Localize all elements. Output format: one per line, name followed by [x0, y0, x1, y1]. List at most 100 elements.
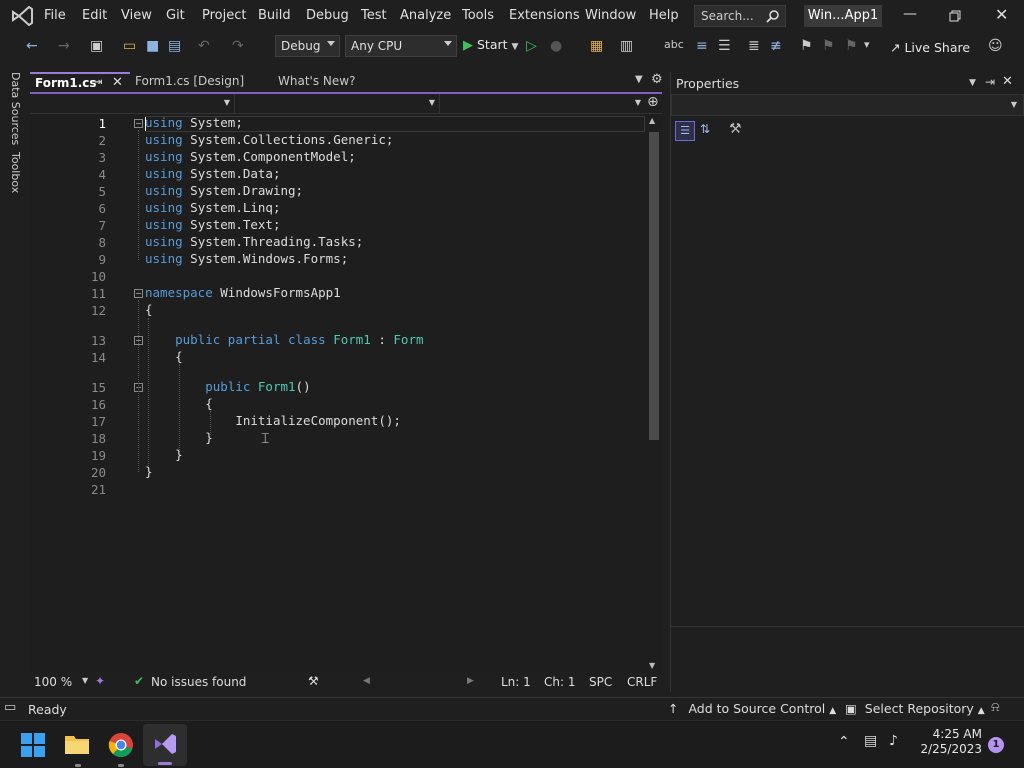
code-line[interactable]: public partial class Form1 : Form [145, 332, 423, 347]
member-dropdown[interactable]: ▼ [440, 94, 645, 113]
start-without-debugging-icon[interactable]: ▷ [526, 38, 537, 54]
clock[interactable]: 4:25 AM 2/25/2023 [916, 727, 982, 757]
uncomment-icon[interactable]: ≢ [770, 38, 782, 54]
menu-window[interactable]: Window [585, 8, 636, 23]
code-line[interactable]: using System.ComponentModel; [145, 149, 356, 164]
menu-project[interactable]: Project [202, 8, 246, 23]
line-ending-indicator[interactable]: CRLF [627, 675, 657, 689]
file-explorer-icon[interactable] [64, 732, 90, 756]
code-line[interactable]: using System.Linq; [145, 200, 281, 215]
tab-list-dropdown-icon[interactable]: ▼ [635, 74, 643, 85]
code-line[interactable]: { [145, 396, 213, 411]
bookmark-prev-icon[interactable]: ⚑ [822, 38, 835, 54]
back-icon[interactable]: ← [26, 38, 38, 54]
comment-icon[interactable]: ≣ [748, 38, 760, 54]
code-editor[interactable] [30, 114, 645, 672]
code-line[interactable]: } [145, 430, 213, 445]
code-line[interactable]: using System.Collections.Generic; [145, 132, 393, 147]
code-line[interactable]: using System.Windows.Forms; [145, 251, 348, 266]
menu-edit[interactable]: Edit [82, 8, 107, 23]
new-project-icon[interactable]: ▣ [90, 38, 103, 54]
format-icon[interactable]: ☰ [718, 38, 731, 54]
forward-icon[interactable]: → [58, 38, 70, 54]
menu-help[interactable]: Help [649, 8, 679, 23]
panel-menu-icon[interactable]: ▼ [969, 78, 976, 88]
scroll-down-icon[interactable]: ▼ [649, 661, 655, 670]
layout-icon[interactable]: ▥ [620, 38, 633, 54]
show-hidden-icons-chevron-up-icon[interactable]: ⌃ [838, 734, 850, 750]
save-all-icon[interactable]: ▤ [168, 38, 181, 54]
solution-explorer-icon[interactable]: ▦ [590, 38, 603, 54]
pin-icon[interactable]: ⇥ [985, 75, 995, 89]
code-line[interactable]: InitializeComponent(); [145, 413, 401, 428]
code-line[interactable]: using System.Drawing; [145, 183, 303, 198]
project-dropdown[interactable]: ▼ [30, 94, 235, 113]
chrome-icon[interactable] [108, 732, 134, 758]
menu-git[interactable]: Git [166, 8, 185, 23]
zoom-level[interactable]: 100 % [34, 675, 72, 689]
hot-reload-icon[interactable]: ● [550, 38, 562, 54]
menu-extensions[interactable]: Extensions [509, 8, 580, 23]
code-cleanup-icon[interactable]: ⚒ [308, 674, 319, 688]
search-box[interactable]: Search... [694, 5, 786, 27]
scroll-up-icon[interactable]: ▲ [649, 116, 655, 125]
tab-form1-cs[interactable]: Form1.cs ⇥ ✕ [30, 72, 130, 92]
code-line[interactable]: using System.Data; [145, 166, 281, 181]
code-line[interactable]: using System; [145, 115, 243, 130]
collapse-icon[interactable]: − [134, 119, 143, 128]
collapse-icon[interactable]: − [134, 289, 143, 298]
menu-view[interactable]: View [121, 8, 152, 23]
intellicode-icon[interactable]: ✦ [95, 674, 105, 688]
menu-build[interactable]: Build [258, 8, 291, 23]
redo-icon[interactable]: ↷ [232, 38, 244, 54]
menu-debug[interactable]: Debug [306, 8, 349, 23]
scroll-left-icon[interactable]: ◀ [363, 676, 370, 686]
toolbox-tab[interactable]: Toolbox [9, 152, 22, 193]
output-icon[interactable]: ▭ [4, 700, 16, 715]
settings-gear-icon[interactable]: ⚙ [651, 72, 663, 87]
bookmark-icon[interactable]: ⚑ [800, 38, 813, 54]
notifications-bell-icon[interactable]: ⍾ [991, 700, 1000, 715]
code-line[interactable]: } [145, 447, 183, 462]
feedback-icon[interactable]: ☺ [988, 38, 1003, 54]
close-tab-icon[interactable]: ✕ [112, 75, 123, 90]
pin-icon[interactable]: ⇥ [94, 77, 102, 88]
code-line[interactable]: } [145, 464, 153, 479]
open-folder-icon[interactable]: ▭ [123, 38, 136, 54]
split-editor-icon[interactable]: ⊕ [647, 94, 659, 110]
volume-icon[interactable]: ♪ [889, 733, 898, 749]
save-icon[interactable]: ■ [146, 38, 159, 54]
add-to-source-control-button[interactable]: ↑ Add to Source Control ▲ [668, 701, 836, 716]
code-line[interactable]: using System.Threading.Tasks; [145, 234, 363, 249]
menu-file[interactable]: File [44, 8, 66, 23]
whitespace-indicator[interactable]: SPC [589, 675, 612, 689]
undo-icon[interactable]: ↶ [198, 38, 210, 54]
object-selector[interactable]: ▼ [671, 94, 1024, 116]
start-button[interactable]: ▶ Start ▼ [463, 37, 518, 57]
issues-status[interactable]: No issues found [151, 675, 246, 689]
network-icon[interactable]: ▤ [864, 733, 877, 749]
scrollbar-thumb[interactable] [649, 132, 659, 440]
close-panel-icon[interactable]: ✕ [1002, 74, 1013, 89]
code-line[interactable]: { [145, 349, 183, 364]
code-line[interactable]: namespace WindowsFormsApp1 [145, 285, 341, 300]
align-icon[interactable]: ≡ [696, 38, 708, 54]
restore-icon[interactable] [949, 10, 961, 22]
menu-tools[interactable]: Tools [462, 8, 494, 23]
line-indicator[interactable]: Ln: 1 [501, 675, 531, 689]
property-pages-icon[interactable]: ⚒ [729, 121, 742, 137]
live-share-button[interactable]: ↗ Live Share [890, 40, 970, 55]
visual-studio-taskbar-button[interactable] [143, 724, 187, 766]
alphabetical-sort-icon[interactable]: ⇅ [700, 122, 710, 136]
minimize-icon[interactable]: — [903, 6, 917, 22]
data-sources-tab[interactable]: Data Sources [9, 72, 22, 145]
categorized-view-icon[interactable]: ☰ [675, 121, 695, 141]
chevron-down-icon[interactable]: ▼ [82, 676, 88, 685]
tab-whats-new[interactable]: What's New? [273, 72, 360, 92]
code-line[interactable]: { [145, 302, 153, 317]
menu-analyze[interactable]: Analyze [400, 8, 451, 23]
spell-check-icon[interactable]: abc [664, 38, 684, 51]
bookmark-next-icon[interactable]: ⚑ [845, 38, 858, 54]
code-line[interactable]: public Form1() [145, 379, 310, 394]
platform-dropdown[interactable]: Any CPU [345, 35, 457, 57]
